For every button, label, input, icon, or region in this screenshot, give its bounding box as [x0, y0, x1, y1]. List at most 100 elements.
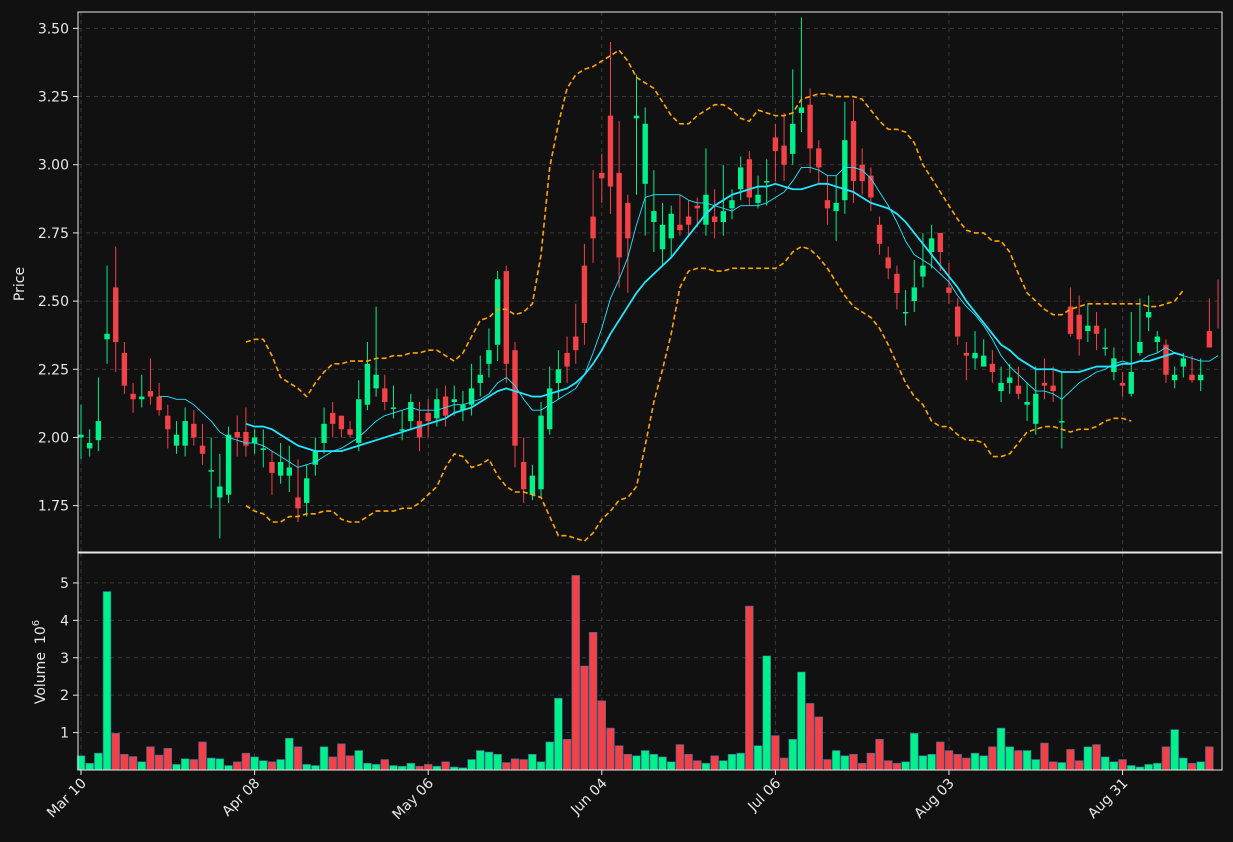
- volume-bar: [597, 700, 606, 771]
- candle-body: [902, 312, 909, 314]
- candle-body: [816, 148, 822, 168]
- volume-bar: [884, 760, 893, 771]
- candle-body: [503, 271, 510, 364]
- candle-body: [269, 462, 275, 473]
- volume-bar: [128, 756, 138, 771]
- candle-body: [1024, 402, 1030, 405]
- candle-body: [1015, 385, 1022, 394]
- volume-bar: [120, 753, 129, 771]
- price-panel: 1.75 2.00 2.25 2.50 2.75 3.00 3.25 3.50: [38, 11, 1223, 553]
- volume-bar: [1092, 744, 1101, 771]
- volume-bar: [441, 761, 450, 771]
- volume-bar: [545, 741, 554, 771]
- volume-bar: [736, 752, 745, 771]
- candle-body: [382, 388, 388, 402]
- volume-bar: [319, 746, 329, 771]
- candle-body: [234, 432, 240, 438]
- candle-body: [894, 273, 900, 293]
- candle-body: [1171, 374, 1178, 381]
- candle-body: [616, 172, 622, 258]
- candle-body: [833, 202, 839, 212]
- volume-tick-label: 3: [60, 651, 69, 667]
- volume-bar: [745, 605, 754, 771]
- volume-bar: [1066, 749, 1075, 771]
- candle-body: [1059, 421, 1065, 423]
- volume-bar: [1031, 759, 1040, 771]
- candle-body: [260, 448, 266, 450]
- candle-body: [217, 486, 223, 498]
- volume-bar: [823, 759, 832, 771]
- candle-body: [920, 265, 926, 277]
- volume-bar: [406, 762, 416, 771]
- candle-body: [755, 194, 761, 203]
- volume-bar: [892, 762, 902, 771]
- candle-body: [1033, 393, 1039, 424]
- price-tick-label: 2.75: [38, 226, 69, 242]
- volume-bar: [85, 762, 94, 771]
- candle-body: [425, 412, 431, 422]
- candle-body: [703, 194, 709, 225]
- volume-bar: [857, 762, 867, 771]
- volume-bar: [866, 752, 876, 771]
- candle-body: [954, 306, 961, 337]
- volume-bar: [562, 739, 572, 771]
- volume-tick-label: 4: [60, 613, 69, 629]
- volume-bar: [771, 735, 780, 771]
- volume-bar: [988, 746, 997, 771]
- volume-axis-multiplier: 10: [33, 626, 49, 644]
- volume-bar: [285, 737, 294, 771]
- volume-bar: [1187, 762, 1197, 771]
- volume-bar: [363, 762, 372, 771]
- volume-bar: [1048, 761, 1058, 771]
- candle-body: [191, 423, 197, 438]
- volume-bar: [198, 741, 207, 771]
- volume-bar: [111, 733, 120, 771]
- candle-body: [729, 200, 735, 209]
- candle-body: [737, 167, 744, 190]
- volume-bar: [1057, 762, 1067, 771]
- volume-bar: [302, 764, 311, 771]
- candle-body: [1137, 342, 1143, 353]
- volume-bar: [927, 753, 936, 771]
- candle-body: [139, 396, 145, 400]
- volume-bar: [640, 750, 650, 771]
- volume-bar: [293, 746, 303, 771]
- volume-bar: [476, 750, 485, 771]
- volume-bar: [241, 752, 251, 771]
- candle-body: [251, 437, 258, 443]
- candle-body: [1198, 374, 1204, 381]
- volume-panel: 1 2 3 4 5: [60, 552, 1223, 771]
- volume-bar: [389, 765, 398, 771]
- candle-body: [590, 216, 596, 239]
- candle-body: [1206, 331, 1213, 348]
- price-axis-label: Price: [12, 267, 28, 301]
- volume-bar: [354, 750, 363, 771]
- candle-body: [581, 265, 588, 323]
- volume-bar: [154, 754, 164, 771]
- volume-tick-label: 1: [60, 726, 69, 742]
- candle-body: [764, 181, 770, 183]
- candle-body: [972, 352, 978, 359]
- volume-bar: [632, 755, 641, 771]
- volume-bar: [1118, 759, 1127, 771]
- candle-body: [937, 232, 943, 252]
- volume-bar: [797, 671, 806, 771]
- candle-body: [494, 279, 501, 345]
- candle-body: [911, 287, 917, 302]
- price-tick-label: 1.75: [38, 499, 69, 515]
- volume-bar: [1205, 746, 1214, 771]
- candle-body: [685, 216, 692, 225]
- volume-bar: [831, 750, 841, 771]
- candle-body: [295, 497, 301, 509]
- volume-bar: [962, 757, 971, 771]
- volume-bar: [276, 759, 285, 771]
- candle-body: [668, 213, 674, 239]
- volume-bar: [910, 733, 919, 771]
- volume-bar: [102, 591, 112, 771]
- candle-body: [1128, 372, 1134, 394]
- volume-bar: [623, 753, 633, 771]
- volume-bar: [840, 755, 850, 771]
- volume-bar: [137, 761, 146, 771]
- volume-bar: [519, 759, 528, 771]
- volume-bar: [693, 760, 702, 771]
